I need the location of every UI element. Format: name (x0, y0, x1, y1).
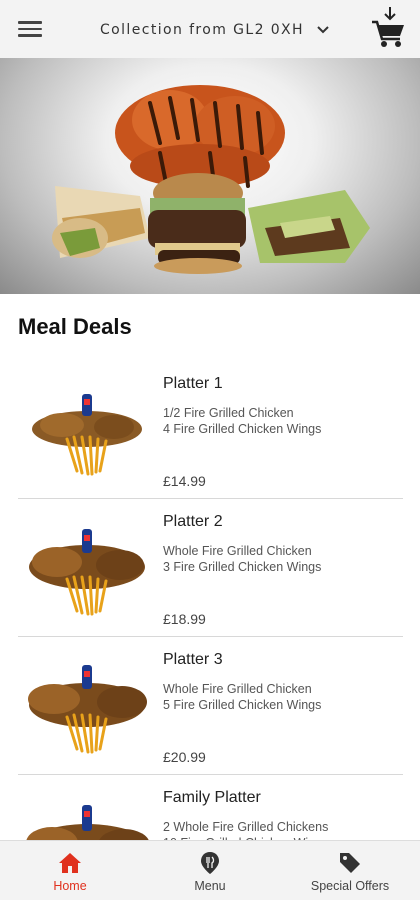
price-tag-icon (340, 853, 360, 873)
nav-home-label: Home (53, 879, 87, 893)
deal-description: 1/2 Fire Grilled Chicken 4 Fire Grilled … (163, 405, 321, 437)
grilled-food-illustration (52, 85, 370, 274)
home-icon (59, 853, 81, 873)
platter-image (32, 394, 142, 476)
deal-price: £14.99 (163, 473, 206, 489)
deal-description-line: Whole Fire Grilled Chicken (163, 544, 312, 558)
meal-deals-heading: Meal Deals (18, 314, 132, 339)
deal-name: Platter 2 (163, 513, 223, 530)
nav-home[interactable]: Home (0, 841, 140, 900)
nav-special-offers[interactable]: Special Offers (280, 841, 420, 900)
platter-image (28, 665, 147, 754)
deal-name: Platter 1 (163, 375, 223, 392)
deal-description-line: 5 Fire Grilled Chicken Wings (163, 698, 322, 712)
chevron-down-icon (317, 26, 329, 34)
hamburger-menu-icon[interactable] (18, 18, 42, 40)
deal-description-line: 1/2 Fire Grilled Chicken (163, 406, 294, 420)
deal-price: £18.99 (163, 611, 206, 627)
deal-item-platter-2[interactable]: Platter 2 Whole Fire Grilled Chicken 3 F… (18, 499, 403, 637)
top-app-bar: Collection from GL2 0XH (0, 0, 420, 58)
deal-item-platter-3[interactable]: Platter 3 Whole Fire Grilled Chicken 5 F… (18, 637, 403, 775)
deal-description-line: 2 Whole Fire Grilled Chickens (163, 820, 329, 834)
deal-description: Whole Fire Grilled Chicken 5 Fire Grille… (163, 681, 321, 713)
deal-price: £20.99 (163, 749, 206, 765)
deal-description-line: 3 Fire Grilled Chicken Wings (163, 560, 322, 574)
deal-item-platter-1[interactable]: Platter 1 1/2 Fire Grilled Chicken 4 Fir… (18, 361, 403, 499)
deal-name: Platter 3 (163, 651, 223, 668)
deal-description-line: Whole Fire Grilled Chicken (163, 682, 312, 696)
platter-image (29, 529, 145, 616)
deal-description: Whole Fire Grilled Chicken 3 Fire Grille… (163, 543, 321, 575)
shopping-cart-icon[interactable] (370, 6, 406, 50)
nav-menu-label: Menu (194, 879, 226, 893)
collection-location-selector[interactable]: Collection from GL2 0XH (100, 20, 330, 40)
deal-name: Family Platter (163, 789, 261, 806)
location-pin-icon (201, 852, 219, 874)
bottom-navigation: Home Menu Special Offers (0, 840, 420, 900)
deal-description-line: 4 Fire Grilled Chicken Wings (163, 422, 322, 436)
collection-location-label: Collection from GL2 0XH (100, 22, 304, 38)
nav-menu[interactable]: Menu (140, 841, 280, 900)
nav-special-offers-label: Special Offers (310, 879, 390, 893)
hero-banner-image (0, 58, 420, 294)
